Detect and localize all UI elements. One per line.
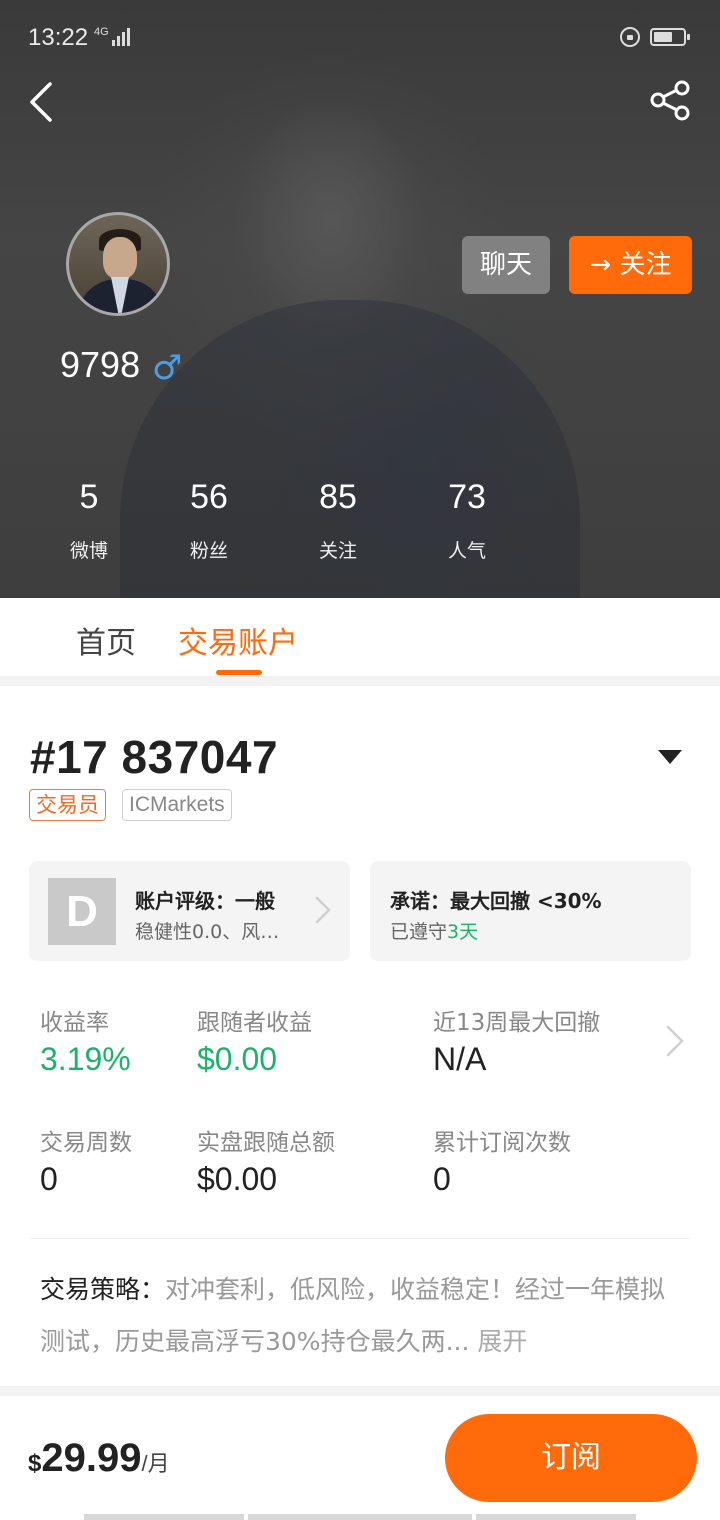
stat-following[interactable]: 85 关注 xyxy=(293,478,383,563)
rating-title: 账户评级：一般 xyxy=(135,889,275,913)
rating-subtitle: 稳健性0.0、风… xyxy=(135,921,280,943)
metric-label: 近13周最大回撤 xyxy=(433,1010,601,1036)
trader-tag: 交易员 xyxy=(29,789,106,821)
stat-value: 56 xyxy=(190,478,228,516)
tab-trading-account[interactable]: 交易账户 xyxy=(178,618,298,662)
broker-tag: ICMarkets xyxy=(122,789,232,821)
account-number: #17 837047 xyxy=(30,731,279,783)
chevron-left-icon xyxy=(30,82,52,122)
stat-popularity[interactable]: 73 人气 xyxy=(422,478,512,563)
status-bar: 13:22 4G xyxy=(0,0,720,72)
stat-fans[interactable]: 56 粉丝 xyxy=(164,478,254,563)
stat-label: 粉丝 xyxy=(189,540,228,562)
promise-subtitle: 已遵守3天 xyxy=(390,917,478,944)
strategy-label: 交易策略： xyxy=(40,1275,166,1304)
metric-trading-weeks: 0 xyxy=(40,1161,58,1197)
tab-bar: 首页 交易账户 xyxy=(0,598,720,676)
drawdown-promise-card[interactable]: 承诺：最大回撤 <30% 已遵守3天 xyxy=(370,861,691,961)
grade-badge: D xyxy=(48,878,116,945)
price-currency: $ xyxy=(28,1450,42,1477)
network-type: 4G xyxy=(94,26,109,38)
follow-label: 关注 xyxy=(619,250,672,280)
subscription-price: $29.99/月 xyxy=(28,1436,170,1481)
share-icon xyxy=(650,80,690,121)
subscribe-button[interactable]: 订阅 xyxy=(445,1414,697,1502)
back-button[interactable] xyxy=(22,78,70,126)
status-time: 13:22 xyxy=(28,24,89,51)
promise-subtitle-prefix: 已遵守 xyxy=(390,921,448,943)
male-gender-icon: ♂ xyxy=(152,348,183,388)
promise-title: 承诺：最大回撤 <30% xyxy=(390,889,602,913)
account-rating-card[interactable]: D 账户评级：一般 稳健性0.0、风… xyxy=(29,861,350,961)
section-divider xyxy=(0,676,720,686)
divider xyxy=(30,1238,690,1239)
rotation-lock-icon xyxy=(620,27,640,47)
chevron-right-icon xyxy=(315,896,331,924)
stat-posts[interactable]: 5 微博 xyxy=(44,478,134,563)
metric-follower-profit: $0.00 xyxy=(197,1041,278,1077)
navigation-bar xyxy=(84,1514,636,1520)
metric-label: 交易周数 xyxy=(40,1130,132,1156)
promise-days: 3天 xyxy=(447,921,479,943)
price-amount: 29.99 xyxy=(41,1436,142,1480)
caret-down-icon[interactable] xyxy=(658,750,682,764)
expand-link[interactable]: 展开 xyxy=(477,1327,527,1356)
stat-label: 微博 xyxy=(69,540,108,562)
metric-label: 收益率 xyxy=(40,1010,109,1036)
stat-value: 85 xyxy=(319,478,357,516)
metric-label: 实盘跟随总额 xyxy=(197,1130,335,1156)
signal-icon xyxy=(112,28,130,46)
stat-value: 5 xyxy=(79,478,99,516)
chat-button[interactable]: 聊天 xyxy=(462,236,550,294)
price-unit: /月 xyxy=(141,1451,170,1476)
metric-max-drawdown: N/A xyxy=(433,1041,487,1077)
stat-label: 关注 xyxy=(318,540,357,562)
chevron-right-icon[interactable] xyxy=(664,1024,686,1058)
trading-strategy: 交易策略：对冲套利，低风险，收益稳定！经过一年模拟测试，历史最高浮亏30%持仓最… xyxy=(40,1264,680,1368)
tab-active-indicator xyxy=(216,670,262,675)
stat-label: 人气 xyxy=(447,540,486,562)
username: 9798 xyxy=(60,344,141,385)
metric-subscription-count: 0 xyxy=(433,1161,451,1197)
metric-live-follow-total: $0.00 xyxy=(197,1161,278,1197)
avatar[interactable] xyxy=(66,212,170,316)
follow-button[interactable]: → 关注 xyxy=(569,236,692,294)
metric-label: 累计订阅次数 xyxy=(433,1130,571,1156)
metric-return-rate: 3.19% xyxy=(40,1041,131,1077)
metric-label: 跟随者收益 xyxy=(197,1010,312,1036)
battery-icon xyxy=(650,28,690,46)
stat-value: 73 xyxy=(448,478,486,516)
tab-home[interactable]: 首页 xyxy=(76,618,136,662)
share-button[interactable] xyxy=(646,78,694,126)
arrow-right-icon: → xyxy=(589,250,620,280)
